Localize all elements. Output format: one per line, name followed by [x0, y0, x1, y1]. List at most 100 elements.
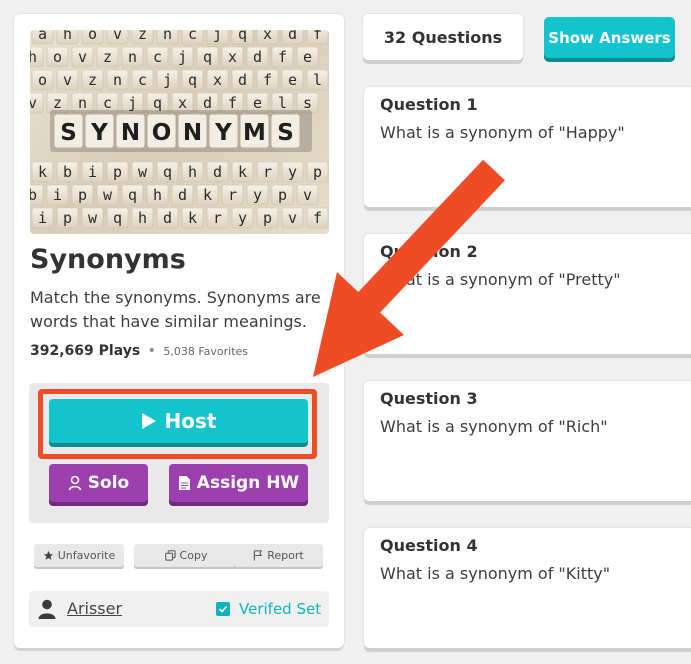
- tile-letter: n: [128, 48, 137, 66]
- tile-letter: p: [278, 186, 287, 204]
- tile-letter: o: [88, 30, 97, 43]
- set-stats: 392,669 Plays • 5,038 Favorites: [30, 343, 248, 359]
- tile-letter: v: [63, 71, 72, 89]
- tile-letter: d: [238, 71, 247, 89]
- flag-icon: [254, 550, 263, 561]
- cover-word-letter: Y: [90, 120, 108, 146]
- question-card[interactable]: Question 1 What is a synonym of "Happy": [364, 87, 691, 207]
- tile-letter: q: [153, 94, 162, 112]
- stats-separator: •: [147, 343, 156, 359]
- report-label: Report: [267, 549, 304, 562]
- tile-letter: y: [288, 163, 297, 181]
- tile-letter: d: [178, 186, 187, 204]
- tile-letter: f: [228, 94, 237, 112]
- person-icon: [68, 475, 82, 491]
- play-options-panel: Host Solo Assign HW: [29, 383, 329, 523]
- tile-letter: s: [303, 94, 312, 112]
- star-icon: [43, 550, 53, 560]
- report-button[interactable]: Report: [234, 544, 323, 567]
- play-icon: [141, 413, 156, 429]
- author-bar: Arisser Verifed Set: [29, 591, 329, 627]
- cover-word-letter: N: [121, 120, 140, 146]
- copy-button[interactable]: Copy: [134, 544, 238, 567]
- question-count: 32 Questions: [363, 14, 523, 60]
- plays-count: 392,669 Plays: [30, 343, 141, 359]
- verified-set-badge: Verifed Set: [216, 600, 321, 618]
- tile-letter: p: [313, 163, 322, 181]
- tile-letter: w: [88, 209, 98, 227]
- tile-letter: k: [38, 163, 47, 181]
- tile-letter: v: [30, 94, 37, 112]
- show-answers-button[interactable]: Show Answers: [544, 17, 675, 58]
- tile-letter: d: [288, 30, 297, 43]
- tile-letter: j: [163, 71, 172, 89]
- question-card[interactable]: Question 2 What is a synonym of "Pretty": [364, 234, 691, 354]
- tile-letter: x: [213, 71, 222, 89]
- tile-letter: j: [178, 48, 187, 66]
- tile-letter: o: [38, 71, 47, 89]
- tile-letter: q: [203, 48, 212, 66]
- cover-word-letter: M: [243, 120, 266, 146]
- letter-tiles-photo: a h o v z n c j q x d fh o v z n c j q x d f eo v z n c j q x d f e lv z n c…: [30, 30, 329, 229]
- cover-word-letter: N: [183, 120, 202, 146]
- tile-letter: r: [228, 186, 237, 204]
- host-button-label: Host: [164, 409, 217, 433]
- tile-letter: p: [78, 186, 87, 204]
- tile-letter: k: [203, 186, 212, 204]
- tile-letter: v: [303, 186, 312, 204]
- tile-letter: k: [188, 209, 197, 227]
- tile-letter: p: [63, 209, 72, 227]
- tile-letter: p: [263, 209, 272, 227]
- tile-letter: h: [63, 30, 72, 43]
- tile-letter: z: [88, 71, 97, 89]
- cover-word-letter: S: [277, 120, 294, 146]
- host-button[interactable]: Host: [49, 399, 308, 443]
- tile-letter: q: [128, 186, 137, 204]
- assign-hw-button[interactable]: Assign HW: [169, 464, 308, 502]
- question-label: Question 4: [380, 536, 478, 555]
- tile-letter: z: [53, 94, 62, 112]
- question-card[interactable]: Question 3 What is a synonym of "Rich": [364, 381, 691, 501]
- tile-letter: p: [113, 163, 122, 181]
- tile-letter: j: [128, 94, 137, 112]
- tile-letter: l: [278, 94, 287, 112]
- tile-letter: i: [88, 163, 97, 181]
- tile-letter: d: [163, 209, 172, 227]
- tile-letter: y: [238, 209, 247, 227]
- tile-letter: q: [113, 209, 122, 227]
- verified-label: Verifed Set: [239, 600, 322, 618]
- cover-word-letter: S: [60, 120, 77, 146]
- tile-letter: w: [138, 163, 148, 181]
- unfavorite-button[interactable]: Unfavorite: [34, 544, 124, 567]
- question-card[interactable]: Question 4 What is a synonym of "Kitty": [364, 528, 691, 648]
- document-icon: [178, 476, 190, 490]
- tile-letter: n: [163, 30, 172, 43]
- cover-image: ahovzncjqxdfhovzncjqxdfeovzncjqxdfelvznc…: [30, 30, 329, 234]
- tile-letter: c: [153, 48, 162, 66]
- tile-letter: c: [188, 30, 197, 43]
- tile-letter: n: [78, 94, 87, 112]
- tile-letter: y: [253, 186, 262, 204]
- tile-letter: h: [153, 186, 162, 204]
- tile-letter: i: [38, 209, 47, 227]
- question-text: What is a synonym of "Kitty": [380, 564, 611, 583]
- tile-letter: h: [188, 163, 197, 181]
- tile-letter: c: [138, 71, 147, 89]
- tile-letter: k: [238, 163, 247, 181]
- solo-button[interactable]: Solo: [49, 464, 148, 502]
- author-link[interactable]: Arisser: [67, 599, 122, 618]
- set-info-card: ahovzncjqxdfhovzncjqxdfeovzncjqxdfelvznc…: [14, 14, 344, 648]
- tile-letter: q: [163, 163, 172, 181]
- tile-letter: b: [63, 163, 72, 181]
- tile-letter: h: [30, 48, 37, 66]
- question-text: What is a synonym of "Rich": [380, 417, 608, 436]
- copy-label: Copy: [179, 549, 208, 562]
- tile-letter: d: [253, 48, 262, 66]
- tile-letter: e: [288, 71, 297, 89]
- tile-letter: f: [313, 209, 322, 227]
- unfavorite-label: Unfavorite: [57, 549, 116, 562]
- tile-letter: r: [213, 209, 222, 227]
- question-label: Question 2: [380, 242, 478, 261]
- tile-letter: a: [38, 30, 47, 43]
- tile-letter: f: [278, 48, 287, 66]
